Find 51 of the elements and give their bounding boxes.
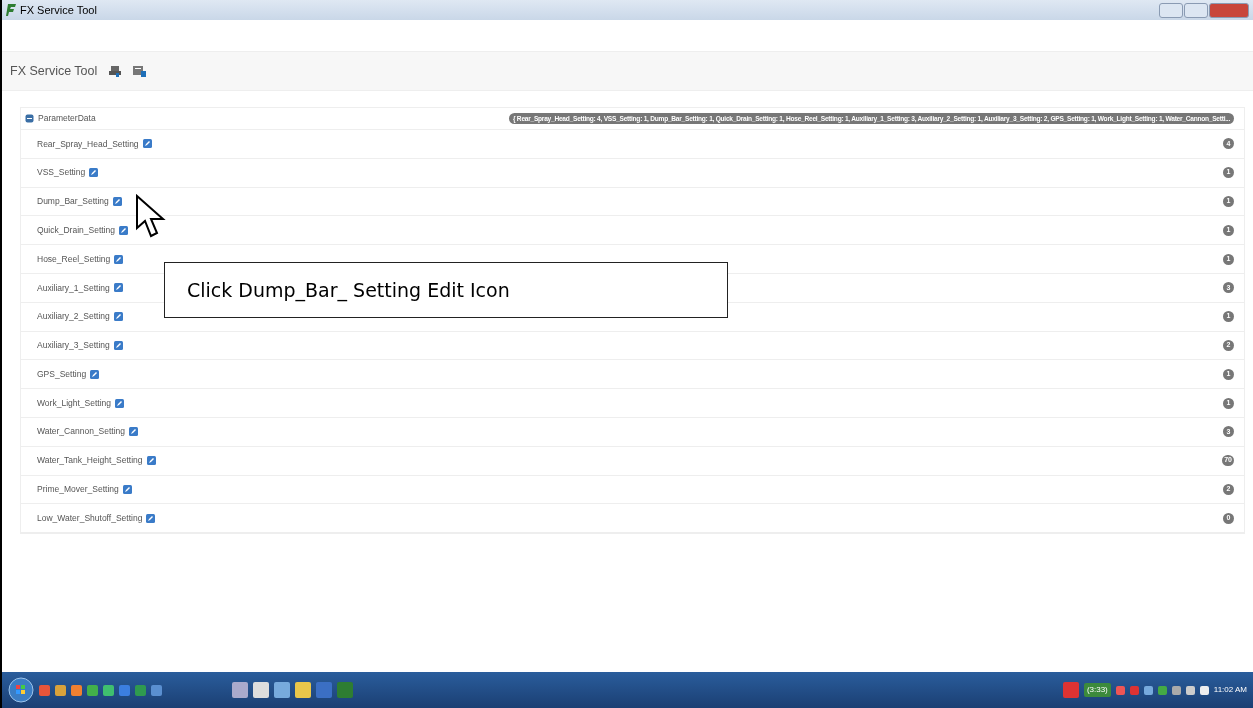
minimize-button[interactable] [1159, 2, 1183, 18]
edit-icon[interactable] [113, 283, 123, 293]
tree-item-label[interactable]: Water_Cannon_Setting [37, 425, 126, 439]
taskbar-app-icon[interactable] [39, 684, 50, 696]
tree-item-label[interactable]: Quick_Drain_Setting [37, 223, 115, 237]
tree-item-label[interactable]: Prime_Mover_Setting [37, 483, 119, 496]
edit-icon[interactable] [113, 340, 123, 350]
tree-root-label[interactable]: ParameterData [38, 112, 96, 125]
collapse-icon[interactable] [25, 114, 34, 123]
tree-item-label[interactable]: Rear_Spray_Head_Setting [37, 137, 139, 151]
edit-icon[interactable] [114, 254, 124, 264]
taskbar-app-icon[interactable] [135, 684, 146, 696]
tree-item-label[interactable]: Dump_Bar_Setting [37, 195, 109, 208]
window-title: FX Service Tool [20, 2, 97, 18]
edit-icon[interactable] [113, 312, 123, 322]
start-button-icon[interactable] [8, 677, 34, 703]
tree-item-label[interactable]: Hose_Reel_Setting [37, 252, 111, 266]
edit-icon[interactable] [112, 197, 122, 206]
app-title: FX Service Tool [10, 62, 98, 80]
taskbar-app-icon[interactable] [87, 684, 98, 696]
edit-icon[interactable] [146, 456, 156, 466]
taskbar-app-icon[interactable] [151, 684, 162, 696]
edit-icon[interactable] [129, 427, 139, 437]
printer-icon[interactable] [109, 65, 122, 77]
tree-item-label[interactable]: Auxiliary_1_Setting [37, 281, 110, 295]
app-logo-icon [6, 4, 16, 16]
notification-icon[interactable] [1062, 682, 1079, 698]
callout-box: Click Dump_Bar_ Setting Edit Icon [164, 262, 728, 318]
taskbar-clock[interactable]: 11:02 AM [1213, 684, 1247, 696]
battery-indicator: (3:33) [1083, 683, 1111, 697]
edit-icon[interactable] [146, 513, 156, 523]
edit-icon[interactable] [89, 168, 99, 178]
document-icon[interactable] [133, 65, 147, 77]
taskbar-app-icon[interactable] [55, 684, 66, 696]
taskbar-app-icon[interactable] [119, 684, 130, 696]
edit-icon[interactable] [122, 484, 132, 494]
tree-item-label[interactable]: Water_Tank_Height_Setting [37, 454, 143, 468]
tree-item-label[interactable]: Auxiliary_3_Setting [37, 339, 110, 352]
tree-item-label[interactable]: Auxiliary_2_Setting [37, 310, 110, 324]
edit-icon[interactable] [90, 369, 100, 379]
edit-icon[interactable] [118, 225, 128, 235]
tree-item-label[interactable]: Low_Water_Shutoff_Setting [37, 511, 143, 525]
tree-item-label[interactable]: Work_Light_Setting [37, 396, 112, 410]
maximize-button[interactable] [1184, 2, 1208, 18]
close-button[interactable] [1209, 2, 1249, 18]
edit-icon[interactable] [115, 398, 125, 408]
tree-item-label[interactable]: VSS_Setting [37, 166, 86, 180]
taskbar-app-icon[interactable] [71, 684, 82, 696]
tree-item-label[interactable]: GPS_Setting [37, 367, 87, 381]
taskbar-app-icon[interactable] [103, 684, 114, 696]
edit-icon[interactable] [142, 139, 152, 149]
